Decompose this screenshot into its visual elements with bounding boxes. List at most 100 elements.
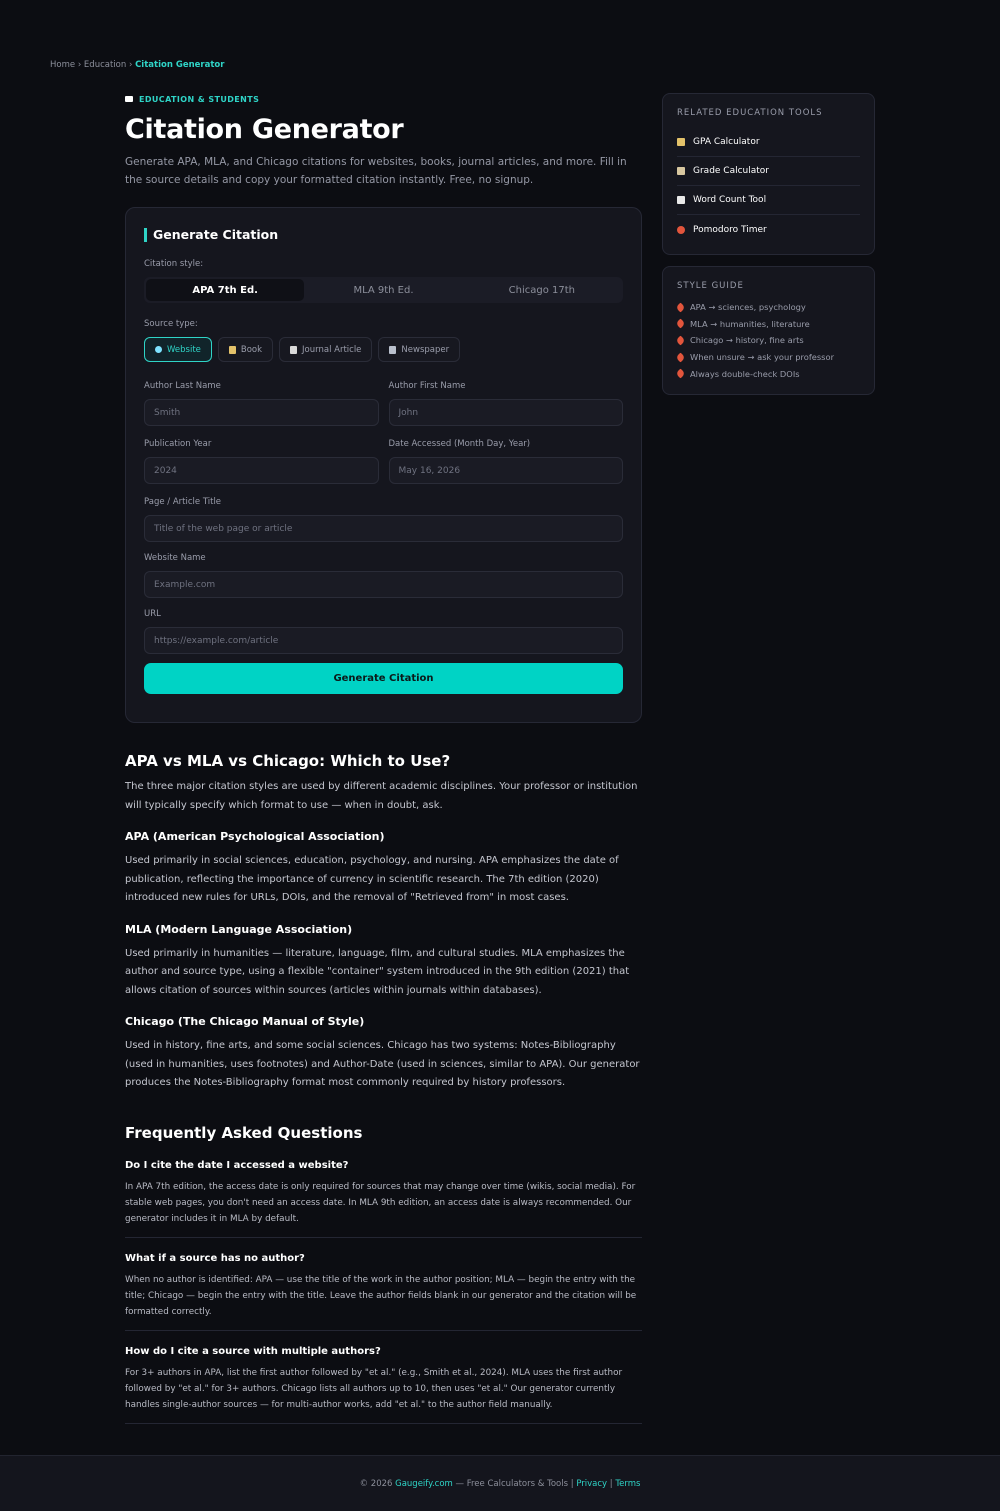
page-icon [290, 345, 298, 354]
citation-style-tabs: APA 7th Ed. MLA 9th Ed. Chicago 17th [144, 277, 623, 303]
chicago-heading: Chicago (The Chicago Manual of Style) [125, 1015, 365, 1028]
tool-link-label: GPA Calculator [693, 137, 760, 147]
source-newspaper-label: Newspaper [401, 344, 450, 355]
pushpin-icon [675, 302, 686, 313]
footer-separator: | [609, 1478, 613, 1489]
tool-link-label: Grade Calculator [693, 166, 770, 176]
guide-item: When unsure → ask your professor [675, 349, 860, 366]
breadcrumb-separator: › [77, 60, 82, 70]
footer-copyright: © 2026 [359, 1478, 393, 1489]
footer-privacy-link[interactable]: Privacy [576, 1479, 607, 1489]
guide-item-text: Chicago → history, fine arts [690, 335, 804, 346]
books-icon [677, 138, 685, 146]
faq-answer: In APA 7th edition, the access date is o… [125, 1181, 636, 1224]
website-name-label: Website Name [144, 553, 206, 563]
tool-link-pomodoro[interactable]: Pomodoro Timer [677, 215, 860, 244]
guide-item: Always double-check DOIs [675, 365, 860, 382]
related-tools-card: RELATED EDUCATION TOOLS GPA Calculator G… [662, 93, 875, 255]
apa-heading: APA (American Psychological Association) [125, 830, 385, 843]
faq-question: How do I cite a source with multiple aut… [125, 1345, 381, 1357]
tool-link-label: Pomodoro Timer [693, 224, 767, 235]
mla-paragraph: Used primarily in humanities — literatur… [125, 947, 630, 996]
publication-year-input[interactable]: 2024 [144, 457, 379, 484]
comparison-lead: The three major citation styles are used… [125, 781, 638, 811]
footer-terms-link[interactable]: Terms [615, 1479, 640, 1489]
source-type-options: Website Book Journal Article Newspaper [144, 337, 623, 362]
comparison-heading: APA vs MLA vs Chicago: Which to Use? [125, 752, 451, 770]
style-guide-card: STYLE GUIDE APA → sciences, psychology M… [662, 266, 875, 395]
pushpin-icon [675, 318, 686, 329]
source-book-label: Book [240, 344, 263, 355]
globe-icon [155, 346, 162, 353]
related-tools-title: RELATED EDUCATION TOOLS [677, 108, 823, 118]
style-tab-apa[interactable]: APA 7th Ed. [146, 279, 305, 301]
faq-question: Do I cite the date I accessed a website? [125, 1159, 349, 1171]
pushpin-icon [675, 368, 686, 379]
faq-answer: For 3+ authors in APA, list the first au… [125, 1367, 623, 1410]
author-last-input[interactable]: Smith [144, 399, 379, 426]
source-book-button[interactable]: Book [217, 337, 274, 362]
main-content: EDUCATION & STUDENTS Citation Generator … [125, 93, 642, 1424]
form-title: Generate Citation [144, 228, 623, 242]
generate-citation-button[interactable]: Generate Citation [144, 663, 623, 694]
citation-style-label: Citation style: [144, 259, 204, 269]
url-input[interactable]: https://example.com/article [144, 627, 623, 654]
guide-item-text: Always double-check DOIs [690, 368, 800, 379]
date-accessed-input[interactable]: May 16, 2026 [388, 457, 623, 484]
style-tab-mla[interactable]: MLA 9th Ed. [304, 279, 462, 301]
source-journal-label: Journal Article [302, 344, 362, 355]
tool-link-label: Word Count Tool [693, 195, 767, 205]
guide-item-text: MLA → humanities, literature [690, 318, 810, 329]
breadcrumb-separator: › [128, 60, 133, 70]
mla-heading: MLA (Modern Language Association) [125, 922, 353, 936]
guide-item-text: When unsure → ask your professor [690, 352, 834, 363]
breadcrumb-home[interactable]: Home [50, 60, 75, 70]
newspaper-icon [389, 345, 397, 354]
page-title: Citation Generator [125, 114, 404, 145]
source-website-label: Website [167, 344, 201, 355]
clipboard-icon [677, 167, 685, 175]
faq-item: Do I cite the date I accessed a website?… [125, 1143, 642, 1238]
memo-icon [677, 196, 685, 204]
tool-link-word-count[interactable]: Word Count Tool [677, 186, 860, 215]
author-first-input[interactable]: John [388, 399, 623, 426]
chicago-paragraph: Used in history, fine arts, and some soc… [125, 1040, 640, 1088]
sidebar: RELATED EDUCATION TOOLS GPA Calculator G… [662, 93, 875, 395]
page-intro: Generate APA, MLA, and Chicago citations… [125, 156, 627, 186]
guide-item-text: APA → sciences, psychology [690, 302, 806, 313]
publication-year-label: Publication Year [144, 439, 212, 449]
faq-answer: When no author is identified: APA — use … [125, 1274, 637, 1317]
author-first-label: Author First Name [388, 381, 466, 391]
faq-question: What if a source has no author? [125, 1252, 305, 1264]
faq-item: How do I cite a source with multiple aut… [125, 1331, 642, 1424]
citation-form-card: Generate Citation Citation style: APA 7t… [125, 207, 642, 723]
style-tab-chicago[interactable]: Chicago 17th [463, 279, 621, 301]
book-icon [125, 96, 133, 102]
guide-item: APA → sciences, psychology [675, 299, 860, 316]
category-eyebrow: EDUCATION & STUDENTS [125, 93, 642, 105]
url-label: URL [144, 609, 161, 619]
faq-item: What if a source has no author? When no … [125, 1238, 642, 1331]
website-name-input[interactable]: Example.com [144, 571, 623, 598]
guide-item: Chicago → history, fine arts [675, 332, 860, 349]
source-type-label: Source type: [144, 319, 198, 329]
breadcrumb-current: Citation Generator [135, 60, 225, 70]
footer-separator: | [570, 1478, 574, 1489]
faq-heading: Frequently Asked Questions [125, 1123, 363, 1142]
tool-link-grade[interactable]: Grade Calculator [677, 157, 860, 186]
style-guide-title: STYLE GUIDE [677, 281, 744, 291]
breadcrumb: Home › Education › Citation Generator [50, 60, 224, 70]
page-title-input[interactable]: Title of the web page or article [144, 515, 623, 542]
source-newspaper-button[interactable]: Newspaper [378, 337, 461, 362]
source-journal-button[interactable]: Journal Article [279, 337, 373, 362]
pushpin-icon [675, 352, 686, 363]
source-website-button[interactable]: Website [144, 337, 212, 362]
category-label: EDUCATION & STUDENTS [139, 94, 260, 104]
footer-brand-link[interactable]: Gaugeify.com [395, 1479, 453, 1489]
breadcrumb-education[interactable]: Education [84, 60, 126, 70]
books-icon [228, 345, 236, 354]
site-footer: © 2026 Gaugeify.com — Free Calculators &… [0, 1455, 1000, 1511]
date-accessed-label: Date Accessed (Month Day, Year) [388, 439, 531, 449]
page-title-label: Page / Article Title [144, 497, 222, 507]
tool-link-gpa[interactable]: GPA Calculator [677, 128, 860, 157]
